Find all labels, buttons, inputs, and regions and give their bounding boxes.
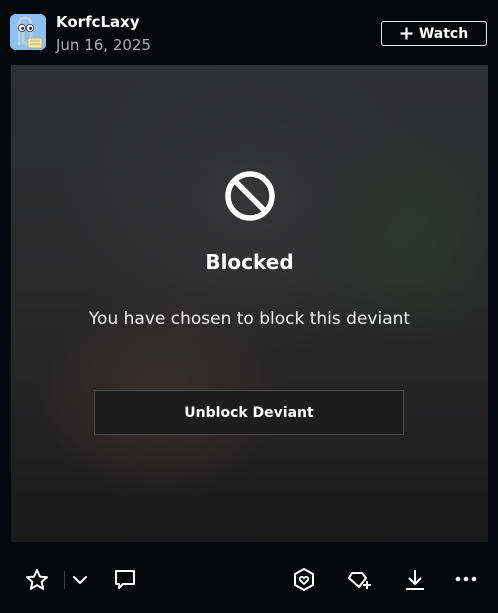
- watch-button[interactable]: Watch: [381, 21, 487, 46]
- more-options-button[interactable]: [453, 567, 479, 593]
- star-icon: [26, 569, 48, 590]
- download-button[interactable]: [402, 567, 428, 593]
- unblock-deviant-label: Unblock Deviant: [184, 404, 314, 421]
- post-date: Jun 16, 2025: [56, 36, 152, 54]
- add-to-collection-button[interactable]: [347, 567, 373, 593]
- collection-add-icon: [348, 572, 371, 589]
- action-divider: [64, 571, 65, 589]
- plus-icon: [400, 27, 413, 40]
- comment-button[interactable]: [112, 567, 138, 593]
- blocked-title: Blocked: [205, 250, 294, 274]
- badge-icon: [294, 568, 314, 591]
- watch-label: Watch: [418, 25, 469, 42]
- favourite-options-button[interactable]: [67, 567, 93, 593]
- action-bar: [0, 555, 498, 603]
- author-avatar[interactable]: [10, 14, 46, 50]
- author-name[interactable]: KorfcLaxy: [56, 12, 140, 32]
- deviation-page: KorfcLaxy Jun 16, 2025 Watch Blocked You…: [0, 0, 498, 613]
- more-icon: [455, 576, 477, 582]
- avatar-image: [10, 14, 46, 50]
- block-icon: [225, 171, 275, 221]
- give-badge-button[interactable]: [291, 567, 317, 593]
- unblock-deviant-button[interactable]: Unblock Deviant: [94, 390, 404, 435]
- chevron-down-icon: [73, 576, 87, 584]
- comment-icon: [115, 570, 135, 589]
- deviation-header: KorfcLaxy Jun 16, 2025 Watch: [0, 0, 498, 62]
- blocked-content-panel: Blocked You have chosen to block this de…: [11, 65, 488, 542]
- blocked-message: You have chosen to block this deviant: [88, 309, 411, 329]
- download-icon: [406, 570, 424, 590]
- favourite-button[interactable]: [24, 567, 50, 593]
